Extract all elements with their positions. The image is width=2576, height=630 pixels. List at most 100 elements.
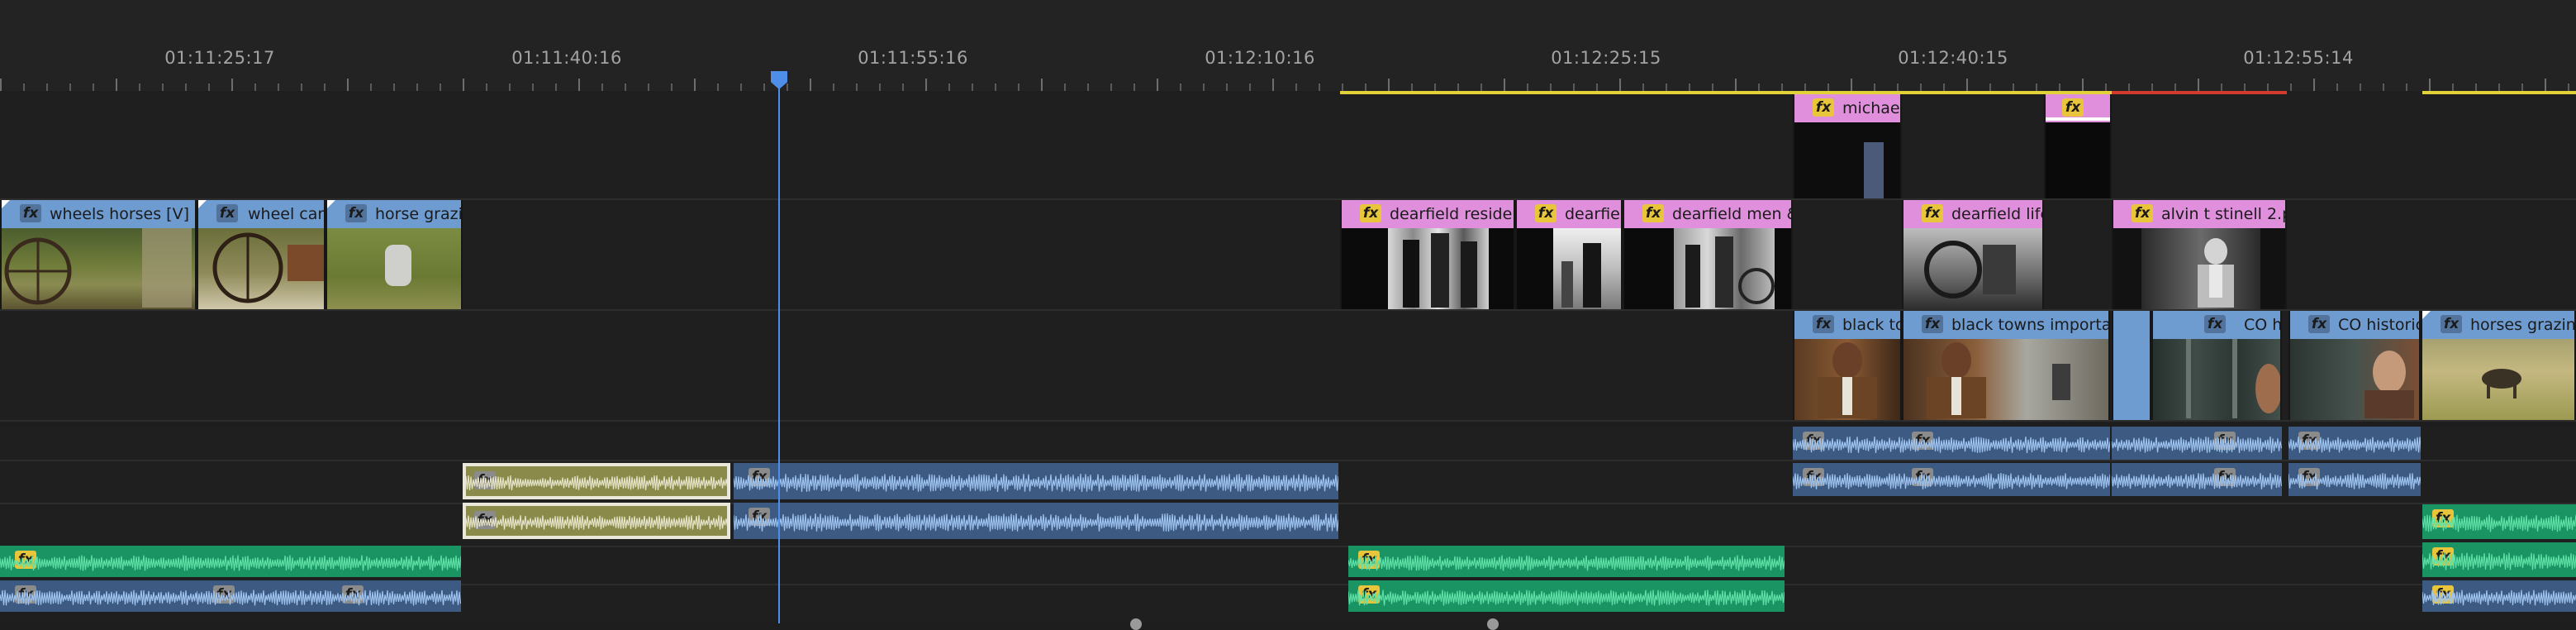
video-clip-black-to[interactable]: fx black to bbox=[1793, 311, 1902, 420]
video-clip-co-h[interactable]: fx CO h bbox=[2151, 311, 2282, 420]
fx-badge-icon[interactable]: fx bbox=[2204, 315, 2226, 333]
fx-badge-icon[interactable]: fx bbox=[216, 204, 238, 222]
ruler-tick bbox=[1666, 84, 1667, 91]
ruler-tick bbox=[925, 79, 927, 91]
audio-clip-music[interactable]: fx bbox=[1348, 546, 1785, 577]
fx-badge-icon[interactable]: fx bbox=[1922, 204, 1943, 222]
ruler-tick bbox=[1295, 84, 1297, 91]
fx-badge-icon[interactable]: fx bbox=[2062, 98, 2084, 117]
scroll-handle[interactable] bbox=[1487, 618, 1499, 630]
clip-thumbnail bbox=[2153, 339, 2280, 420]
playhead-line[interactable] bbox=[778, 83, 780, 623]
audio-clip[interactable]: fx bbox=[2288, 463, 2421, 496]
audio-clip-music[interactable]: fx bbox=[0, 546, 461, 577]
track-v3[interactable] bbox=[0, 94, 2576, 198]
audio-clip[interactable]: fx bbox=[1902, 427, 2110, 460]
waveform-icon bbox=[2288, 437, 2421, 453]
video-clip-wheel-cart[interactable]: fx wheel cart bbox=[197, 200, 326, 309]
ruler-tick bbox=[1434, 84, 1436, 91]
fx-badge-icon[interactable]: fx bbox=[1922, 315, 1943, 333]
audio-clip[interactable]: fx bbox=[1793, 463, 1902, 496]
ruler-tick bbox=[1180, 84, 1181, 91]
time-ruler[interactable]: 01:11:25:17 01:11:40:16 01:11:55:16 01:1… bbox=[0, 0, 2576, 91]
audio-clip[interactable]: fx bbox=[2151, 427, 2282, 460]
clip-thumbnail bbox=[1903, 339, 2108, 420]
fx-badge-icon[interactable]: fx bbox=[1813, 315, 1834, 333]
video-clip-horse-grazing[interactable]: fx horse grazin bbox=[326, 200, 463, 309]
track-divider bbox=[0, 420, 2576, 422]
ruler-tick bbox=[763, 84, 765, 91]
video-clip-dearfield-men[interactable]: fx dearfield men & c bbox=[1623, 200, 1793, 309]
fx-badge-icon[interactable]: fx bbox=[2308, 315, 2330, 333]
audio-clip[interactable]: fx bbox=[0, 580, 197, 612]
ruler-tick bbox=[1480, 84, 1482, 91]
video-clip-michael[interactable]: fx michael bbox=[1793, 94, 1902, 198]
ruler-tick bbox=[1573, 84, 1575, 91]
clip-thumbnail bbox=[1674, 228, 1775, 309]
clip-thumbnail bbox=[327, 228, 461, 309]
fx-badge-icon[interactable]: fx bbox=[1642, 204, 1664, 222]
scroll-handle[interactable] bbox=[1130, 618, 1142, 630]
waveform-icon bbox=[466, 475, 727, 491]
ruler-tick bbox=[486, 84, 487, 91]
audio-clip[interactable]: fx bbox=[2422, 580, 2576, 612]
audio-clip[interactable]: fx bbox=[197, 580, 326, 612]
video-clip-wheels-horses[interactable]: fx wheels horses [V] bbox=[0, 200, 197, 309]
ruler-tick bbox=[1134, 84, 1135, 91]
ruler-tick bbox=[1272, 79, 1274, 91]
ruler-tick bbox=[833, 84, 834, 91]
video-clip-dearfield[interactable]: fx dearfiel bbox=[1515, 200, 1623, 309]
ruler-tick bbox=[2383, 84, 2384, 91]
audio-clip[interactable] bbox=[2112, 427, 2151, 460]
ruler-tick bbox=[2336, 84, 2338, 91]
audio-clip-music[interactable]: fx bbox=[2422, 542, 2576, 577]
fx-badge-icon[interactable]: fx bbox=[1535, 204, 1557, 222]
video-clip-black-towns-important[interactable]: fx black towns important bbox=[1902, 311, 2110, 420]
fx-badge-icon[interactable]: fx bbox=[345, 204, 367, 222]
clip-name: dearfield life bbox=[1951, 205, 2042, 223]
ruler-tick bbox=[116, 79, 117, 91]
ruler-tick bbox=[1758, 84, 1760, 91]
video-clip-horses-grazing[interactable]: fx horses grazing [ bbox=[2421, 311, 2576, 420]
audio-clip[interactable]: fx bbox=[734, 503, 1338, 539]
audio-clip-music[interactable]: fx bbox=[2422, 504, 2576, 539]
fx-badge-icon[interactable]: fx bbox=[2132, 204, 2153, 222]
fx-badge-icon[interactable]: fx bbox=[2441, 315, 2462, 333]
video-clip-co-historical[interactable]: fx CO historical bbox=[2288, 311, 2421, 420]
audio-clip[interactable]: fx bbox=[1793, 427, 1902, 460]
clip-label-bar: fx CO historical bbox=[2290, 311, 2419, 339]
waveform-icon bbox=[1902, 472, 2110, 490]
audio-clip[interactable]: fx bbox=[2151, 463, 2282, 496]
audio-clip[interactable]: fx bbox=[326, 580, 461, 612]
video-clip-dearfield-life[interactable]: fx dearfield life bbox=[1902, 200, 2044, 309]
fx-badge-icon[interactable]: fx bbox=[20, 204, 41, 222]
ruler-tick bbox=[463, 79, 464, 91]
audio-clip-selected[interactable]: fx bbox=[463, 503, 730, 539]
clip-corner-marker bbox=[2, 200, 10, 208]
video-clip-gap[interactable] bbox=[2112, 311, 2151, 420]
ruler-tick bbox=[1527, 84, 1528, 91]
ruler-tick bbox=[278, 84, 279, 91]
clip-thumbnail bbox=[1553, 228, 1621, 309]
audio-clip-selected[interactable]: fx bbox=[463, 463, 730, 499]
ruler-tick bbox=[2036, 84, 2037, 91]
video-clip-untitled[interactable]: fx bbox=[2044, 94, 2112, 198]
ruler-tick bbox=[2313, 79, 2315, 91]
ruler-tick bbox=[1504, 79, 1505, 91]
audio-clip-music[interactable]: fx bbox=[1348, 580, 1785, 612]
video-clip-alvin-stinell[interactable]: fx alvin t stinell 2.pn bbox=[2112, 200, 2287, 309]
audio-clip[interactable]: fx bbox=[1902, 463, 2110, 496]
video-clip-dearfield-residents[interactable]: fx dearfield residents bbox=[1340, 200, 1515, 309]
ruler-tick bbox=[301, 84, 302, 91]
ruler-tick bbox=[2498, 84, 2500, 91]
ruler-timecode: 01:12:25:15 bbox=[1551, 48, 1661, 68]
fx-badge-icon[interactable]: fx bbox=[1360, 204, 1381, 222]
ruler-tick bbox=[1897, 84, 1899, 91]
fx-badge-icon[interactable]: fx bbox=[1813, 98, 1834, 117]
audio-clip[interactable] bbox=[2112, 463, 2151, 496]
ruler-tick bbox=[1851, 79, 1852, 91]
ruler-tick bbox=[2452, 84, 2454, 91]
audio-clip[interactable]: fx bbox=[734, 463, 1338, 499]
ruler-tick bbox=[254, 84, 256, 91]
audio-clip[interactable]: fx bbox=[2288, 427, 2421, 460]
